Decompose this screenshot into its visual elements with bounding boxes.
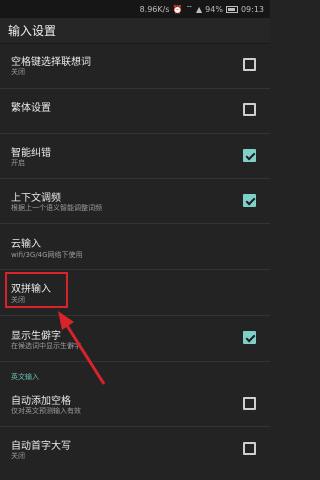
settings-list[interactable]: 空格键选择联想词 关闭 繁体设置 智能纠错 开启 上下文调频 根据上一个语义智能… bbox=[0, 44, 270, 480]
auto-space-checkbox[interactable] bbox=[243, 397, 256, 410]
section-header-english: 英文输入 bbox=[11, 373, 39, 381]
rare-chars-checkbox[interactable] bbox=[243, 331, 256, 344]
status-bar: 8.96K/s ⏰ ⌔ ▲ 94% 09:13 bbox=[0, 0, 270, 18]
title-bar: 输入设置 bbox=[0, 18, 270, 44]
setting-subtitle: 开启 bbox=[11, 159, 25, 167]
setting-title: 空格键选择联想词 bbox=[11, 57, 91, 68]
context-freq-checkbox[interactable] bbox=[243, 194, 256, 207]
setting-subtitle: 根据上一个语义智能调整词频 bbox=[11, 204, 102, 212]
space-select-checkbox[interactable] bbox=[243, 58, 256, 71]
setting-subtitle: 关闭 bbox=[11, 452, 25, 460]
setting-title: 繁体设置 bbox=[11, 103, 51, 114]
setting-subtitle: 仅对英文预测输入有效 bbox=[11, 407, 81, 415]
battery-icon bbox=[225, 5, 238, 13]
setting-title: 云输入 bbox=[11, 239, 41, 250]
setting-autocorrect[interactable]: 智能纠错 开启 bbox=[0, 134, 270, 179]
setting-space-select[interactable]: 空格键选择联想词 关闭 bbox=[0, 44, 270, 89]
highlight-box bbox=[5, 272, 68, 308]
wifi-icon: ⌔ bbox=[185, 4, 193, 13]
setting-rare-chars[interactable]: 显示生僻字 在候选词中显示生僻字 bbox=[0, 316, 270, 362]
setting-traditional[interactable]: 繁体设置 bbox=[0, 89, 270, 134]
setting-cloud-input[interactable]: 云输入 wifi/3G/4G网络下使用 bbox=[0, 224, 270, 270]
setting-subtitle: 在候选词中显示生僻字 bbox=[11, 342, 81, 350]
setting-title: 自动添加空格 bbox=[11, 396, 71, 407]
battery-percent: 94% bbox=[205, 4, 223, 14]
setting-title: 上下文调频 bbox=[11, 193, 61, 204]
setting-title: 自动首字大写 bbox=[11, 441, 71, 452]
signal-icon: ▲ bbox=[196, 4, 203, 14]
traditional-checkbox[interactable] bbox=[243, 103, 256, 116]
autocorrect-checkbox[interactable] bbox=[243, 149, 256, 162]
setting-title: 智能纠错 bbox=[11, 148, 51, 159]
setting-auto-capitalize[interactable]: 自动首字大写 关闭 bbox=[0, 427, 270, 473]
auto-capitalize-checkbox[interactable] bbox=[243, 442, 256, 455]
network-speed: 8.96K/s bbox=[139, 4, 170, 14]
setting-context-freq[interactable]: 上下文调频 根据上一个语义智能调整词频 bbox=[0, 179, 270, 224]
clock: 09:13 bbox=[240, 4, 264, 14]
setting-auto-space[interactable]: 自动添加空格 仅对英文预测输入有效 bbox=[0, 382, 270, 427]
setting-subtitle: 关闭 bbox=[11, 68, 25, 76]
alarm-icon: ⏰ bbox=[172, 4, 183, 14]
setting-title: 显示生僻字 bbox=[11, 331, 61, 342]
page-title: 输入设置 bbox=[8, 24, 57, 38]
setting-subtitle: wifi/3G/4G网络下使用 bbox=[11, 251, 83, 259]
